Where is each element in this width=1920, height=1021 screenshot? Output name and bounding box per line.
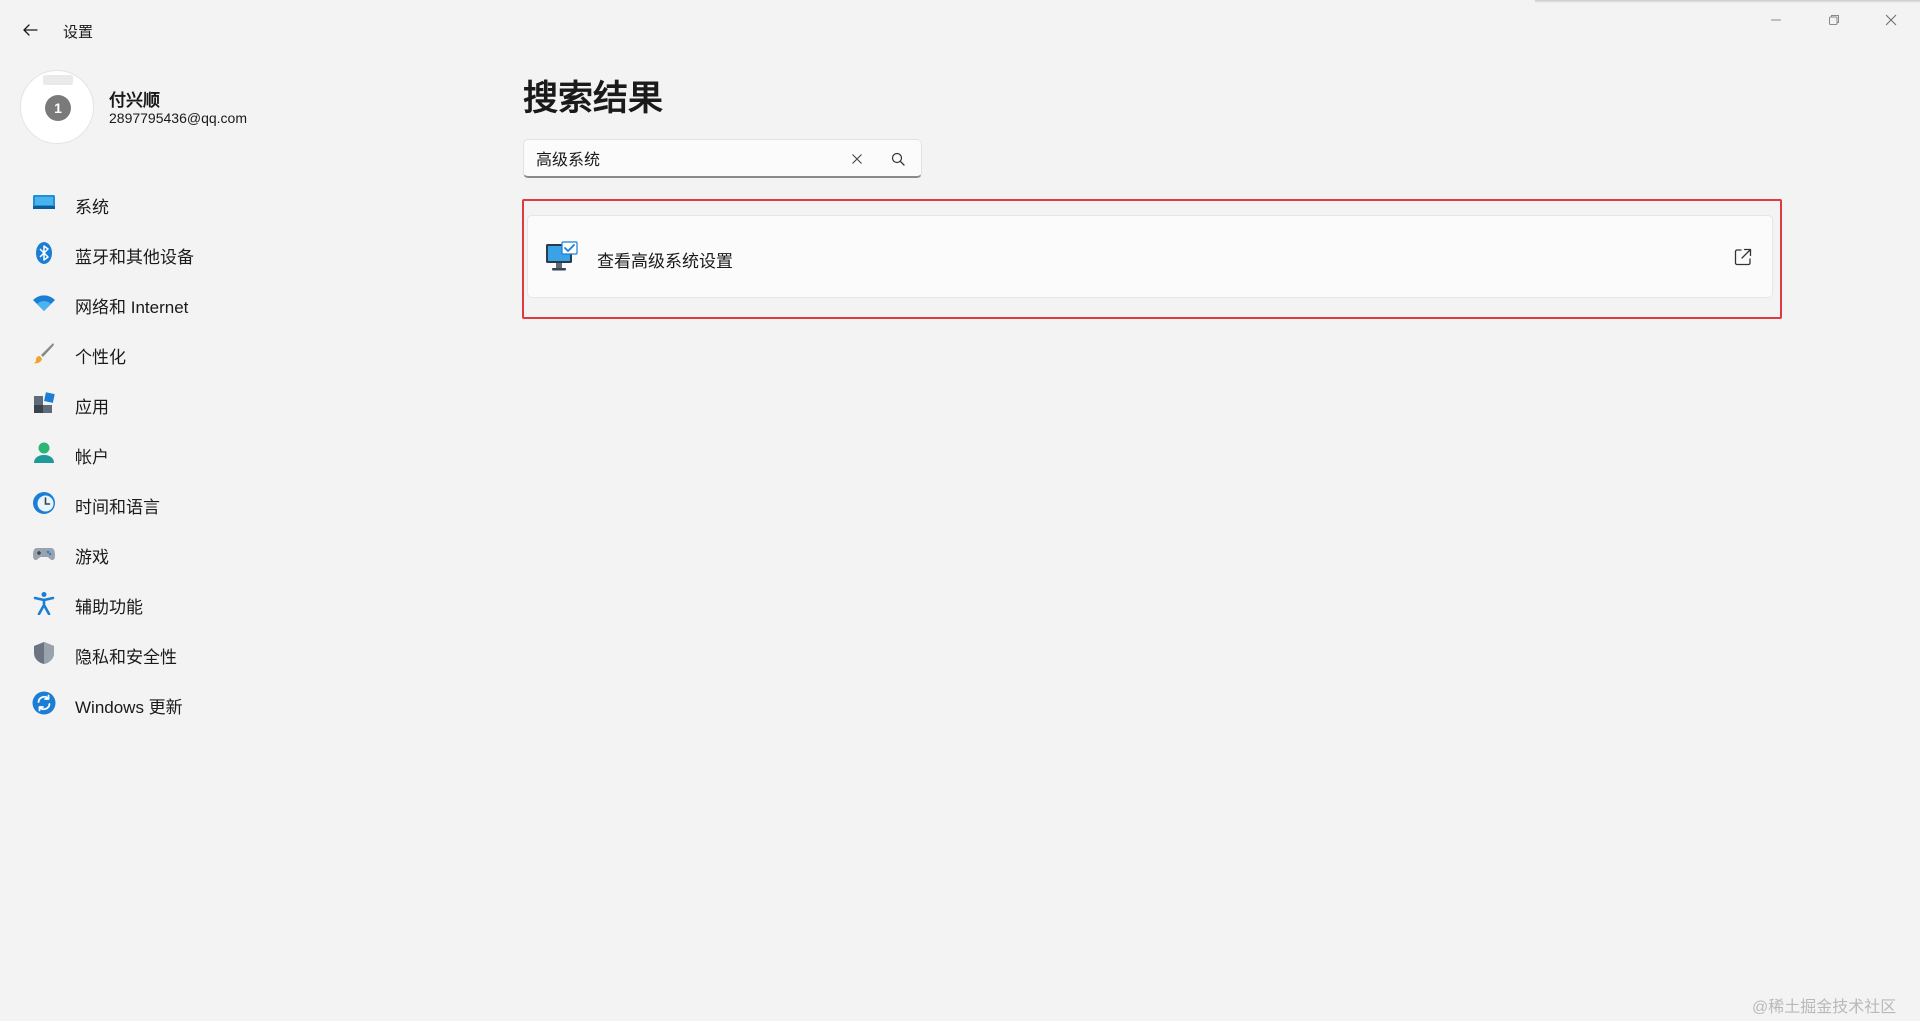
system-icon: [33, 195, 55, 209]
sidebar-item-accounts[interactable]: 帐户: [20, 428, 460, 478]
watermark: @稀土掘金技术社区: [1752, 999, 1897, 1016]
sidebar-item-apps[interactable]: 应用: [20, 378, 460, 428]
close-icon: [852, 154, 862, 164]
sidebar-item-label: 游戏: [75, 548, 109, 567]
sidebar-item-personalization[interactable]: 个性化: [20, 328, 460, 378]
minimize-icon: [1771, 19, 1781, 21]
sidebar-item-label: 辅助功能: [75, 598, 143, 617]
search-input[interactable]: [536, 146, 836, 170]
avatar: 1: [20, 70, 94, 144]
sidebar-nav: 系统 蓝牙和其他设备 网络和 Internet 个性化 应用 帐户 时间和语言 …: [20, 178, 460, 728]
restore-icon: [1829, 15, 1839, 25]
minimize-button[interactable]: [1747, 0, 1805, 40]
shield-icon: [34, 642, 54, 664]
sidebar-item-system[interactable]: 系统: [20, 178, 460, 228]
sidebar-item-gaming[interactable]: 游戏: [20, 528, 460, 578]
sidebar-item-windows-update[interactable]: Windows 更新: [20, 678, 460, 728]
search-result-item[interactable]: 查看高级系统设置: [527, 215, 1773, 298]
sidebar-item-label: 时间和语言: [75, 498, 160, 517]
sidebar-item-label: Windows 更新: [75, 698, 183, 717]
app-title: 设置: [63, 24, 94, 41]
sidebar-item-network[interactable]: 网络和 Internet: [20, 278, 460, 328]
sidebar-item-label: 系统: [75, 198, 109, 217]
account-icon: [34, 442, 54, 463]
sidebar-item-label: 蓝牙和其他设备: [75, 248, 194, 267]
page-title: 搜索结果: [523, 79, 664, 118]
search-icon: [891, 152, 905, 166]
close-button[interactable]: [1862, 0, 1920, 40]
accessibility-icon: [33, 592, 55, 615]
search-button[interactable]: [887, 148, 909, 170]
monitor-check-icon: [546, 241, 578, 271]
sidebar-item-time-language[interactable]: 时间和语言: [20, 478, 460, 528]
open-external-icon[interactable]: [1732, 246, 1754, 268]
sidebar-item-label: 个性化: [75, 348, 126, 367]
gamepad-icon: [33, 548, 55, 560]
bluetooth-icon: [36, 242, 52, 264]
sidebar-item-accessibility[interactable]: 辅助功能: [20, 578, 460, 628]
time-language-icon: [33, 492, 55, 514]
clear-search-button[interactable]: [846, 148, 868, 170]
sidebar-item-label: 应用: [75, 398, 109, 417]
sidebar-item-label: 网络和 Internet: [75, 298, 189, 317]
windows-update-icon: [32, 691, 56, 715]
user-profile[interactable]: 1 付兴顺 2897795436@qq.com: [20, 70, 440, 146]
arrow-left-icon: [23, 24, 38, 36]
sidebar-item-label: 隐私和安全性: [75, 648, 177, 667]
search-box: [523, 139, 922, 178]
sidebar-item-bluetooth[interactable]: 蓝牙和其他设备: [20, 228, 460, 278]
close-icon: [1885, 14, 1897, 26]
wifi-icon: [33, 295, 55, 311]
avatar-image-strip: [43, 75, 73, 85]
avatar-badge: 1: [45, 95, 71, 121]
user-email: 2897795436@qq.com: [109, 110, 247, 126]
brush-icon: [33, 343, 54, 364]
settings-window: 设置 1 付兴顺 2897795436@qq.com 系统 蓝牙和其他设备 网络…: [0, 0, 1920, 1021]
result-label: 查看高级系统设置: [597, 252, 733, 271]
restore-button[interactable]: [1805, 0, 1863, 40]
sidebar-item-label: 帐户: [75, 448, 109, 467]
user-name: 付兴顺: [109, 91, 160, 110]
back-button[interactable]: [14, 16, 46, 44]
sidebar-item-privacy[interactable]: 隐私和安全性: [20, 628, 460, 678]
apps-icon: [34, 392, 55, 413]
title-bar: 设置: [0, 0, 1920, 60]
